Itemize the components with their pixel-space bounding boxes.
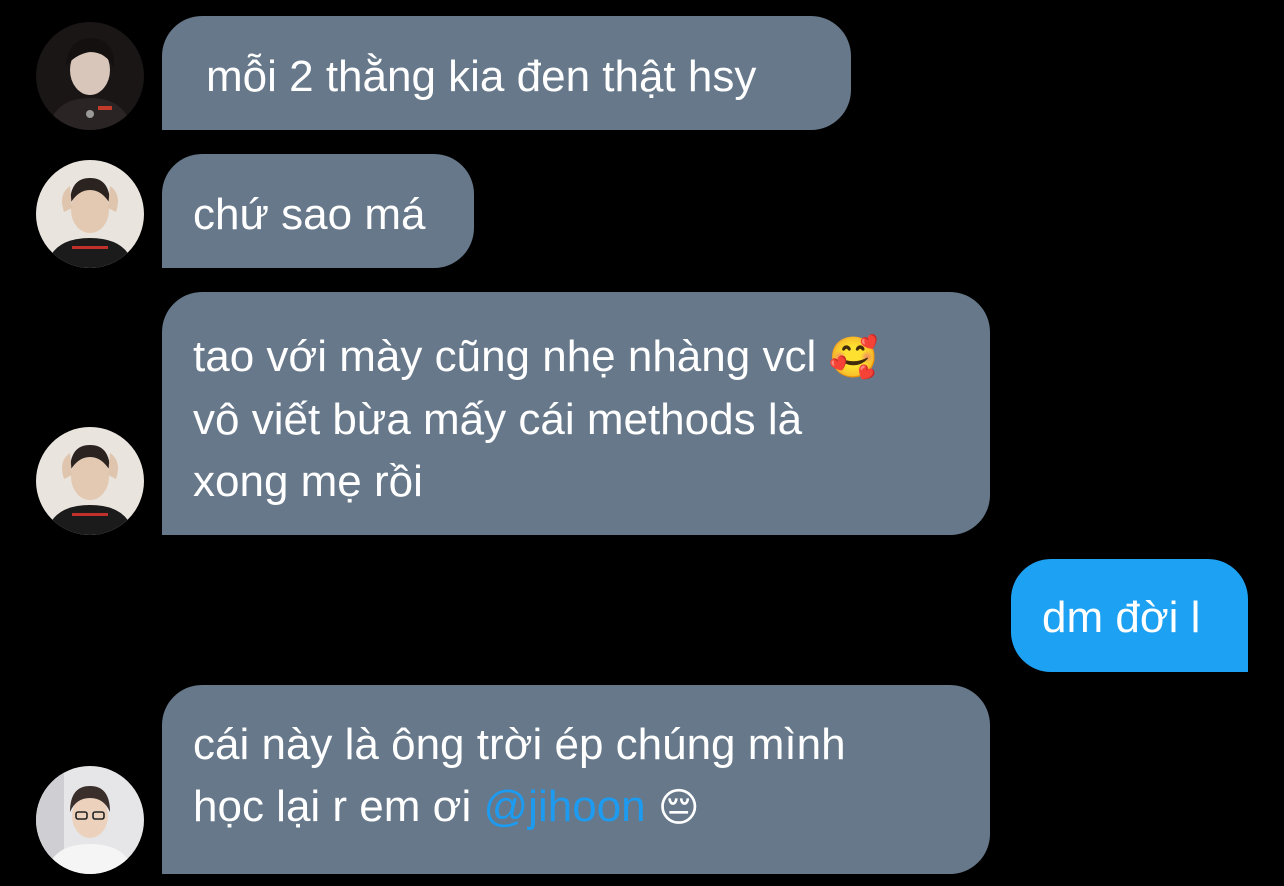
avatar-photo-2 bbox=[36, 160, 144, 268]
message-text: chứ sao má bbox=[193, 190, 426, 239]
message-text: mỗi 2 thằng kia đen thật hsy bbox=[206, 52, 757, 101]
message-line: học lại r em ơi @jihoon 😔 bbox=[193, 776, 990, 839]
avatar[interactable] bbox=[36, 766, 144, 874]
avatar[interactable] bbox=[36, 427, 144, 535]
avatar-photo-2 bbox=[36, 427, 144, 535]
mention-link[interactable]: @jihoon bbox=[484, 782, 646, 831]
pensive-face-emoji: 😔 bbox=[657, 785, 700, 831]
avatar[interactable] bbox=[36, 22, 144, 130]
avatar-photo-1 bbox=[36, 22, 144, 130]
message-bubble-outgoing[interactable]: dm đời l bbox=[1011, 559, 1248, 672]
message-bubble[interactable]: cái này là ông trời ép chúng mình học lạ… bbox=[162, 685, 990, 874]
message-text: học lại r em ơi bbox=[193, 782, 472, 831]
message-bubble[interactable]: tao với mày cũng nhẹ nhàng vcl 🥰 vô viết… bbox=[162, 292, 990, 535]
message-line: cái này là ông trời ép chúng mình bbox=[193, 720, 846, 769]
message-bubble[interactable]: mỗi 2 thằng kia đen thật hsy bbox=[162, 16, 851, 130]
avatar[interactable] bbox=[36, 160, 144, 268]
message-line: vô viết bừa mấy cái methods là bbox=[193, 395, 803, 444]
message-text: tao với mày cũng nhẹ nhàng vcl bbox=[193, 332, 817, 381]
smiling-face-with-hearts-emoji: 🥰 bbox=[828, 335, 879, 381]
avatar-photo-3 bbox=[36, 766, 144, 874]
message-line: xong mẹ rồi bbox=[193, 457, 423, 506]
message-text: dm đời l bbox=[1042, 593, 1201, 642]
message-bubble[interactable]: chứ sao má bbox=[162, 154, 474, 268]
message-line: tao với mày cũng nhẹ nhàng vcl 🥰 bbox=[193, 326, 990, 389]
